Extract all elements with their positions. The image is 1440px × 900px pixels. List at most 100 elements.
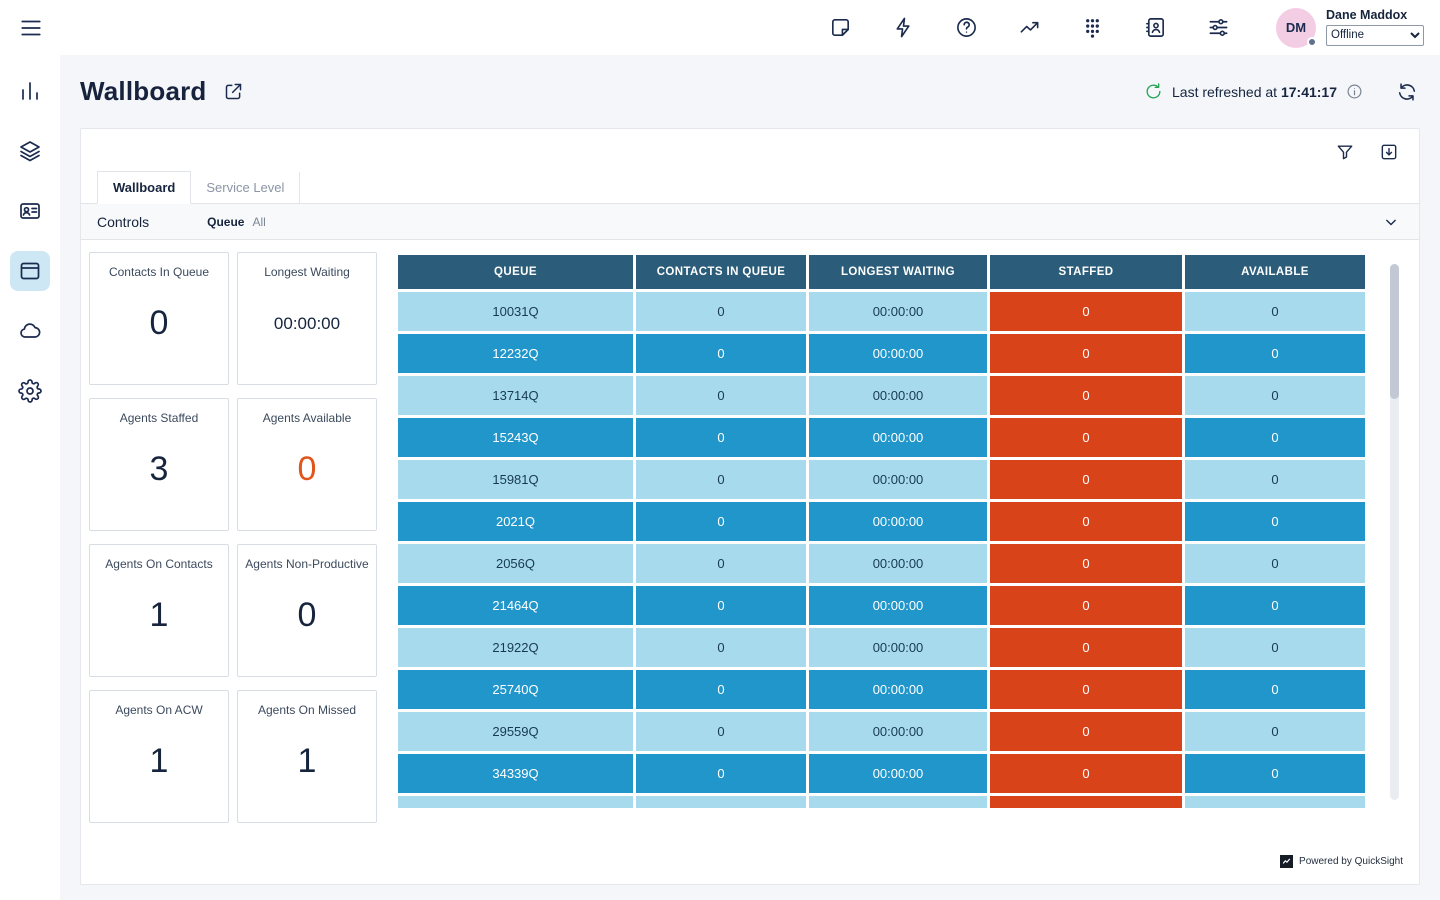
cell-queue: 34339Q (398, 754, 633, 793)
status-dot (1307, 37, 1317, 47)
auto-refresh-icon (1144, 82, 1163, 101)
table-row: 15243Q000:00:0000 (398, 418, 1365, 457)
sidebar-item-contacts[interactable] (10, 191, 50, 231)
last-refreshed-text: Last refreshed at 17:41:17 (1172, 84, 1337, 100)
kpi-contacts-in-queue: Contacts In Queue 0 (89, 252, 229, 385)
table-row: 2056Q000:00:0000 (398, 544, 1365, 583)
sidebar-item-settings[interactable] (10, 371, 50, 411)
cell-queue: 29559Q (398, 712, 633, 751)
controls-bar: Controls Queue All (81, 204, 1419, 240)
main-content: Wallboard Last refreshed at 17:41:17 (60, 55, 1440, 900)
chevron-down-icon (1381, 212, 1401, 232)
queue-table: QUEUE CONTACTS IN QUEUE LONGEST WAITING … (395, 252, 1368, 808)
cell-contacts: 0 (636, 670, 806, 709)
kpi-value: 1 (150, 571, 169, 666)
open-in-new-window-button[interactable] (221, 79, 246, 104)
table-row: 21464Q000:00:0000 (398, 586, 1365, 625)
dialpad-button[interactable] (1079, 14, 1106, 41)
cell-contacts: 0 (636, 292, 806, 331)
cell-queue: 10031Q (398, 292, 633, 331)
address-book-icon (1144, 16, 1167, 39)
cell-contacts: 0 (636, 712, 806, 751)
kpi-label: Contacts In Queue (109, 265, 209, 279)
notes-icon (829, 16, 852, 39)
cell-queue: 15243Q (398, 418, 633, 457)
refresh-button[interactable] (1394, 79, 1420, 105)
controls-collapse-button[interactable] (1379, 210, 1403, 234)
sidebar (0, 55, 60, 900)
user-name: Dane Maddox (1326, 8, 1424, 22)
sync-icon (1396, 81, 1418, 103)
column-header-queue[interactable]: QUEUE (398, 255, 633, 289)
line-chart-icon (1018, 16, 1041, 39)
kpi-label: Agents Staffed (120, 411, 199, 425)
tab-bar: Wallboard Service Level (81, 171, 1419, 204)
cell-contacts: 0 (636, 460, 806, 499)
metrics-button[interactable] (1016, 14, 1043, 41)
cell-available: 0 (1185, 502, 1365, 541)
queue-filter-value[interactable]: All (252, 215, 265, 229)
cell-contacts: 0 (636, 628, 806, 667)
cell-queue: 12232Q (398, 334, 633, 373)
sidebar-item-cloud[interactable] (10, 311, 50, 351)
table-header-row: QUEUE CONTACTS IN QUEUE LONGEST WAITING … (398, 255, 1365, 289)
column-header-staffed[interactable]: STAFFED (990, 255, 1182, 289)
contacts-button[interactable] (1142, 14, 1169, 41)
wallboard-icon (18, 259, 42, 283)
avatar-initials: DM (1286, 20, 1306, 35)
help-icon (955, 16, 978, 39)
wallboard-card: Wallboard Service Level Controls Queue A… (80, 128, 1420, 885)
help-button[interactable] (953, 14, 980, 41)
gear-icon (18, 379, 42, 403)
cell-staffed: 0 (990, 418, 1182, 457)
kpi-label: Agents On Contacts (105, 557, 212, 571)
avatar[interactable]: DM (1276, 8, 1316, 48)
sidebar-item-analytics[interactable] (10, 71, 50, 111)
sidebar-item-layers[interactable] (10, 131, 50, 171)
cell-queue: 25740Q (398, 670, 633, 709)
kpi-agents-on-missed: Agents On Missed 1 (237, 690, 377, 823)
kpi-value: 3 (150, 425, 169, 520)
cell-contacts: 0 (636, 586, 806, 625)
filter-button[interactable] (1333, 140, 1357, 164)
column-header-longest-waiting[interactable]: LONGEST WAITING (809, 255, 987, 289)
cell-available: 0 (1185, 754, 1365, 793)
info-icon[interactable] (1346, 83, 1363, 100)
sidebar-item-wallboard[interactable] (10, 251, 50, 291)
column-header-available[interactable]: AVAILABLE (1185, 255, 1365, 289)
cell-staffed: 0 (990, 334, 1182, 373)
cell-available: 0 (1185, 460, 1365, 499)
quick-actions-button[interactable] (890, 14, 917, 41)
cell-contacts: 0 (636, 376, 806, 415)
download-button[interactable] (1377, 140, 1401, 164)
cell-waiting: 00:00:00 (809, 292, 987, 331)
user-block: DM Dane Maddox Offline (1276, 8, 1424, 48)
tab-wallboard[interactable]: Wallboard (97, 171, 191, 204)
cell-waiting: 00:00:00 (809, 460, 987, 499)
cell-staffed: 0 (990, 292, 1182, 331)
column-header-contacts-in-queue[interactable]: CONTACTS IN QUEUE (636, 255, 806, 289)
tab-service-level[interactable]: Service Level (191, 172, 300, 203)
notes-button[interactable] (827, 14, 854, 41)
cell-contacts: 0 (636, 334, 806, 373)
kpi-value: 1 (150, 717, 169, 812)
controls-title: Controls (97, 214, 149, 230)
kpi-label: Longest Waiting (264, 265, 350, 279)
cell-queue (398, 796, 633, 808)
table-row: 2021Q000:00:0000 (398, 502, 1365, 541)
cell-waiting: 00:00:00 (809, 754, 987, 793)
preferences-button[interactable] (1205, 14, 1232, 41)
kpi-value: 0 (150, 279, 169, 374)
cell-available: 0 (1185, 376, 1365, 415)
filter-icon (1335, 142, 1355, 162)
cell-waiting: 00:00:00 (809, 586, 987, 625)
status-select[interactable]: Offline (1326, 25, 1424, 46)
powered-by-text: Powered by QuickSight (1299, 856, 1403, 867)
table-row: 34339Q000:00:0000 (398, 754, 1365, 793)
table-scrollbar-thumb[interactable] (1390, 264, 1399, 399)
cell-contacts: 0 (636, 544, 806, 583)
kpi-value: 0 (298, 571, 317, 666)
table-scrollbar[interactable] (1390, 264, 1399, 800)
hamburger-menu-button[interactable] (16, 13, 46, 43)
queue-filter-label: Queue (207, 215, 244, 229)
